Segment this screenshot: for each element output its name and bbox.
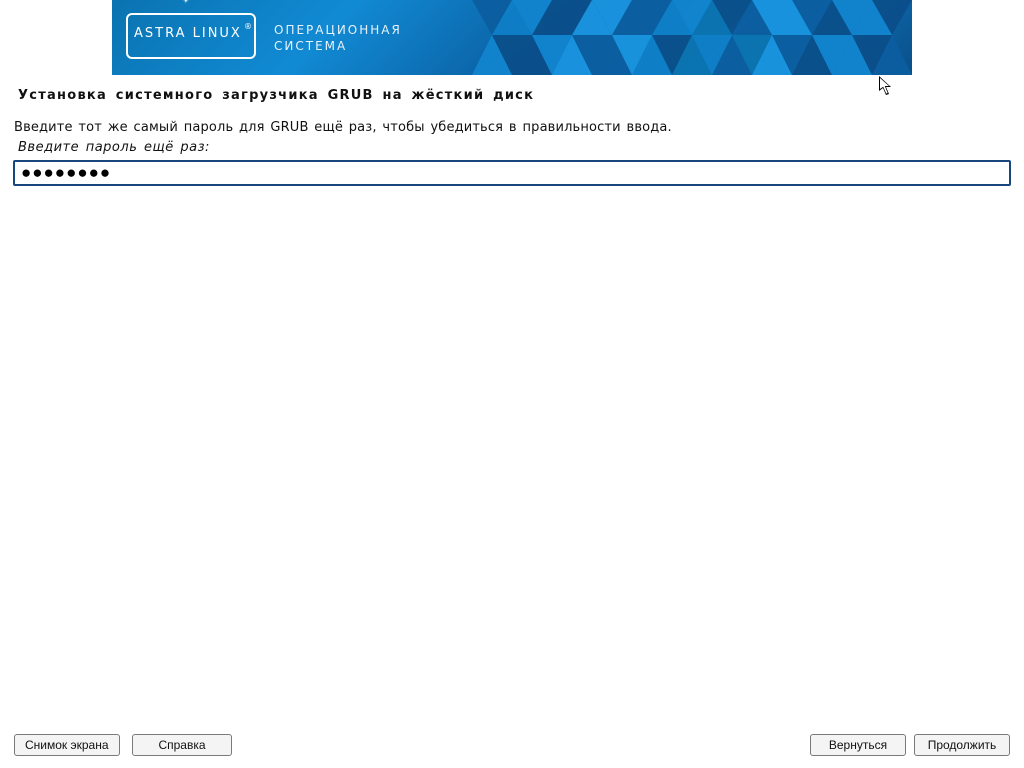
registered-mark: ® [244, 22, 252, 31]
password-confirm-input[interactable] [13, 160, 1011, 186]
banner-pattern [472, 0, 912, 75]
help-button[interactable]: Справка [132, 734, 232, 756]
banner-subtitle: ОПЕРАЦИОННАЯ СИСТЕМА [274, 22, 402, 54]
screenshot-button[interactable]: Снимок экрана [14, 734, 120, 756]
password-field-label: Введите пароль ещё раз: [18, 140, 210, 155]
banner-subtitle-line2: СИСТЕМА [274, 39, 347, 53]
instruction-text: Введите тот же самый пароль для GRUB ещё… [14, 120, 672, 135]
footer-bar: Снимок экрана Справка Вернуться Продолжи… [0, 728, 1024, 768]
page-title: Установка системного загрузчика GRUB на … [18, 88, 534, 103]
logo-text: ASTRA LINUX [134, 26, 242, 41]
cursor-icon [879, 76, 893, 96]
continue-button[interactable]: Продолжить [914, 734, 1010, 756]
star-icon: ✦ [180, 0, 192, 7]
back-button[interactable]: Вернуться [810, 734, 906, 756]
header-banner: ✦ ASTRA LINUX ® ОПЕРАЦИОННАЯ СИСТЕМА [112, 0, 912, 75]
banner-subtitle-line1: ОПЕРАЦИОННАЯ [274, 23, 402, 37]
